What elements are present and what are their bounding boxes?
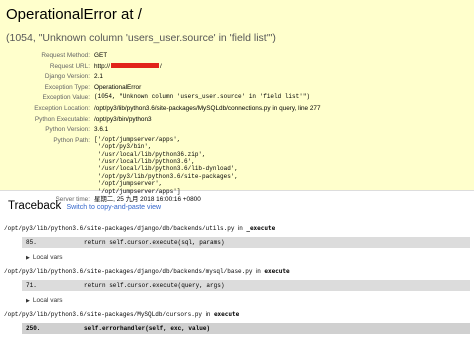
meta-label: Exception Value: xyxy=(42,94,91,102)
line-number: 250. xyxy=(26,325,41,332)
frame-function: _execute xyxy=(246,225,276,232)
meta-label: Exception Type: xyxy=(44,83,90,91)
traceback-heading: Traceback Switch to copy-and-paste view xyxy=(8,199,474,215)
python-path-list: ['/opt/jumpserver/apps', '/opt/py3/bin',… xyxy=(94,135,239,195)
meta-value: GET xyxy=(94,52,108,59)
frame-in-word: in xyxy=(238,226,243,232)
switch-view-link[interactable]: Switch to copy-and-paste view xyxy=(66,204,161,211)
context-line[interactable]: 71. return self.cursor.execute(query, arg… xyxy=(22,280,470,291)
page-title: OperationalError at / xyxy=(6,6,142,23)
triangle-right-icon: ▶ xyxy=(26,255,30,261)
meta-value: OperationalError xyxy=(94,83,142,91)
meta-label: Python Version: xyxy=(45,126,90,134)
meta-row-python-executable: Python Executable: /opt/py3/bin/python3 xyxy=(22,115,321,126)
error-summary: OperationalError at / (1054, "Unknown co… xyxy=(0,0,474,203)
triangle-right-icon: ▶ xyxy=(26,298,30,304)
context-line[interactable]: 250. self.errorhandler(self, exc, value) xyxy=(22,323,470,334)
meta-label: Request URL: xyxy=(49,62,90,70)
meta-label: Django Version: xyxy=(44,73,90,81)
frame-function: execute xyxy=(264,268,290,275)
meta-label: Python Path: xyxy=(53,136,90,144)
meta-label: Exception Location: xyxy=(34,104,90,112)
frame-context[interactable]: 250. self.errorhandler(self, exc, value) xyxy=(22,323,470,334)
meta-label: Python Executable: xyxy=(34,115,90,123)
local-vars-label: Local vars xyxy=(32,297,63,304)
redaction-mark xyxy=(111,63,159,69)
meta-value: 2.1 xyxy=(94,73,103,81)
frame-location: /opt/py3/lib/python3.6/site-packages/dja… xyxy=(0,267,474,277)
meta-row-python-version: Python Version: 3.6.1 xyxy=(22,125,321,136)
code-line: return self.cursor.execute(sql, params) xyxy=(84,239,225,246)
meta-row-django-version: Django Version: 2.1 xyxy=(22,72,321,83)
meta-value: 3.6.1 xyxy=(94,126,109,134)
frame-location: /opt/py3/lib/python3.6/site-packages/dja… xyxy=(0,224,474,234)
meta-row-request-method: Request Method: GET xyxy=(22,51,321,62)
frame-context[interactable]: 71. return self.cursor.execute(query, arg… xyxy=(22,280,470,291)
frame-file-path: /opt/py3/lib/python3.6/site-packages/dja… xyxy=(4,225,235,232)
meta-value: /opt/py3/bin/python3 xyxy=(94,115,152,123)
meta-row-exception-value: Exception Value: (1054, "Unknown column … xyxy=(22,93,321,104)
meta-value: http:// / xyxy=(94,62,321,73)
local-vars-toggle[interactable]: ▶ Local vars xyxy=(26,296,474,306)
traceback-frame: /opt/py3/lib/python3.6/site-packages/dja… xyxy=(0,224,474,263)
frame-file-path: /opt/py3/lib/python3.6/site-packages/dja… xyxy=(4,268,253,275)
url-prefix: http:// xyxy=(94,62,110,70)
frame-in-word: in xyxy=(256,269,261,275)
meta-row-python-path: Python Path: ['/opt/jumpserver/apps', '/… xyxy=(22,136,321,195)
line-number: 71. xyxy=(26,282,37,289)
traceback-section: Traceback Switch to copy-and-paste view … xyxy=(0,191,474,334)
local-vars-toggle[interactable]: ▶ Local vars xyxy=(26,253,474,263)
local-vars-label: Local vars xyxy=(32,254,63,261)
meta-row-exception-location: Exception Location: /opt/py3/lib/python3… xyxy=(22,104,321,115)
exception-value-heading: (1054, "Unknown column 'users_user.sourc… xyxy=(6,32,276,44)
frame-location: /opt/py3/lib/python3.6/site-packages/MyS… xyxy=(0,310,474,320)
url-suffix: / xyxy=(160,62,162,70)
request-meta-table: Request Method: GET Request URL: http://… xyxy=(22,51,321,206)
frame-context[interactable]: 85. return self.cursor.execute(sql, param… xyxy=(22,237,470,248)
meta-label: Request Method: xyxy=(41,52,90,59)
frame-in-word: in xyxy=(205,312,211,318)
meta-value: /opt/py3/lib/python3.6/site-packages/MyS… xyxy=(94,104,321,112)
traceback-frame: /opt/py3/lib/python3.6/site-packages/dja… xyxy=(0,267,474,306)
meta-row-request-url: Request URL: http:// / xyxy=(22,62,321,73)
meta-row-exception-type: Exception Type: OperationalError xyxy=(22,83,321,94)
context-line[interactable]: 85. return self.cursor.execute(sql, param… xyxy=(22,237,470,248)
frame-function: execute xyxy=(213,311,240,318)
code-line: return self.cursor.execute(query, args) xyxy=(84,282,225,289)
code-line: self.errorhandler(self, exc, value) xyxy=(84,325,211,332)
traceback-frame: /opt/py3/lib/python3.6/site-packages/MyS… xyxy=(0,310,474,334)
traceback-title: Traceback xyxy=(8,200,62,212)
meta-value: (1054, "Unknown column 'users_user.sourc… xyxy=(94,93,311,101)
line-number: 85. xyxy=(26,239,37,246)
frame-file-path: /opt/py3/lib/python3.6/site-packages/MyS… xyxy=(4,311,203,318)
